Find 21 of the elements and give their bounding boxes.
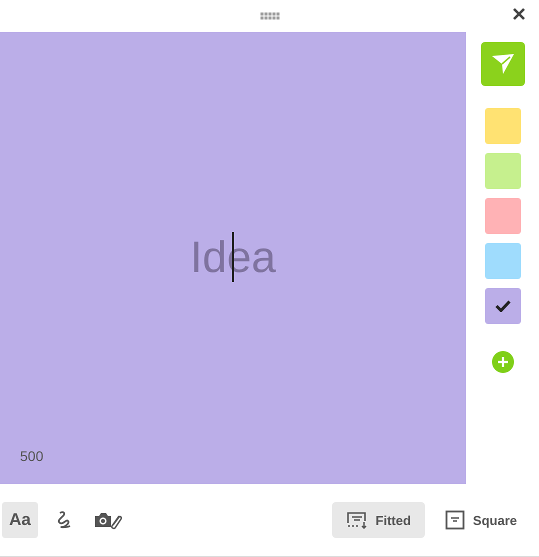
color-swatch[interactable] [484,198,520,234]
drag-handle-icon[interactable] [260,12,280,20]
paper-plane-icon [490,53,514,75]
color-swatch[interactable] [484,243,520,279]
add-color-button[interactable] [492,351,514,373]
color-swatch[interactable] [484,288,520,324]
color-swatch[interactable] [484,108,520,144]
text-tool-button[interactable]: Aa [2,502,38,538]
color-swatch[interactable] [484,153,520,189]
check-icon [494,300,510,312]
fitted-icon [346,511,368,529]
send-button[interactable] [480,42,524,86]
close-button[interactable] [511,6,527,22]
close-icon [511,6,527,22]
square-icon [444,510,465,530]
squiggle-icon [55,510,73,530]
camera-clip-icon [94,510,122,530]
character-counter: 500 [20,448,44,464]
plus-icon [496,356,508,368]
view-mode-button[interactable]: Square [430,502,531,538]
view-mode-button[interactable]: Fitted [332,502,425,538]
